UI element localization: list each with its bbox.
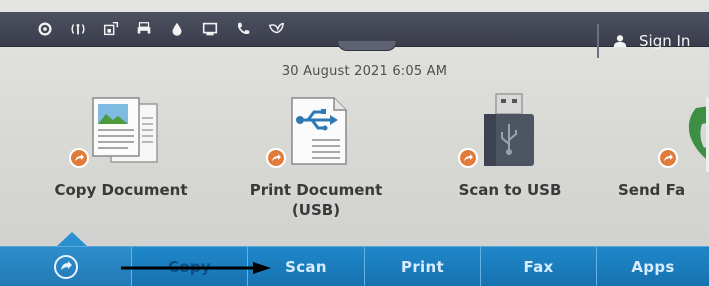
tab-print[interactable]: Print [364,247,480,286]
usb-drive-icon [484,93,534,166]
fax-phone-icon[interactable] [226,19,259,39]
launch-badge-icon [266,148,286,168]
status-bar: Sign In [0,12,709,58]
ink-drop-icon[interactable] [160,19,193,39]
date-time: 30 August 2021 6:05 AM [281,64,448,79]
user-icon [613,35,627,48]
tray-icon[interactable] [193,19,226,39]
tab-apps[interactable]: Apps [596,247,709,286]
sign-in-button[interactable]: Sign In [597,24,709,58]
app-label: Copy Document [54,181,188,199]
launch-badge-icon [69,148,89,168]
wireless-icon[interactable] [61,19,94,39]
app-label: Scan to USB [458,181,562,199]
home-pointer [56,232,88,247]
wifi-direct-icon[interactable] [94,19,127,39]
sign-in-label: Sign In [639,32,691,50]
bottom-tab-bar: Copy Scan Print Fax Apps [0,246,709,286]
home-icon [53,255,78,279]
app-label: Print Document (USB) [249,181,383,219]
settings-icon[interactable] [28,19,61,39]
annotation-arrow-icon [121,262,271,274]
printer-control-panel: Sign In 30 August 2021 6:05 AM Copy Docu… [0,0,709,286]
launch-badge-icon [458,148,478,168]
app-label: Send Fa [618,181,686,199]
printer-status-icon[interactable] [127,19,160,39]
tab-home[interactable] [0,247,131,286]
tab-fax[interactable]: Fax [480,247,596,286]
launch-badge-icon [658,148,678,168]
eco-leaf-icon[interactable] [259,19,292,39]
copy-document-icon [92,97,158,163]
status-icons [28,19,292,39]
pull-down-tab[interactable] [337,41,397,51]
